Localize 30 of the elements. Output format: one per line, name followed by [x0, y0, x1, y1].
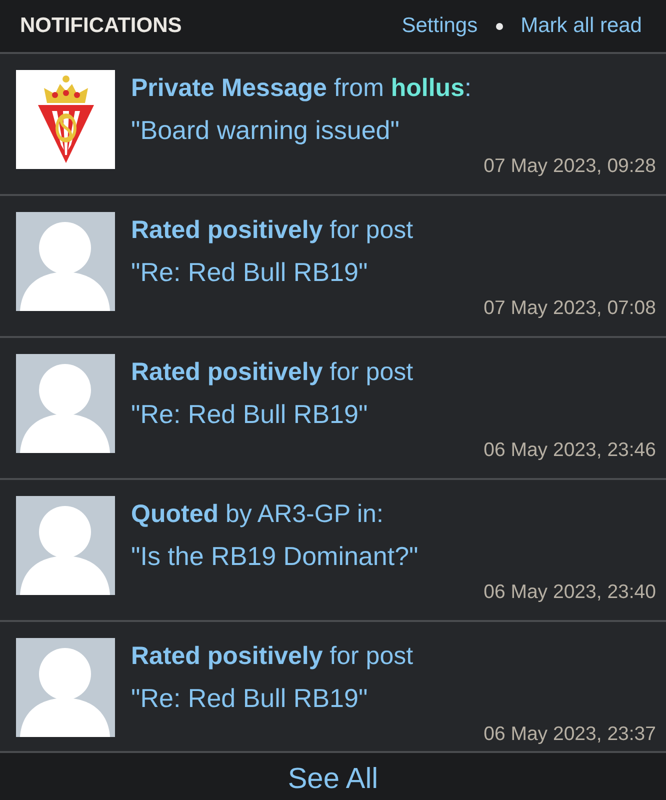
notification-title: Rated positively for post	[131, 641, 414, 672]
notification-title: Private Message from hollus:	[131, 73, 472, 104]
notification-subject[interactable]: "Re: Red Bull RB19"	[131, 252, 368, 292]
notification-item[interactable]: Rated positively for post "Re: Red Bull RB19" 06 May 2023, 23:46	[0, 338, 666, 480]
separator-dot-icon	[496, 22, 503, 30]
notification-item[interactable]: Quoted by AR3-GP in: "Is the RB19 Dominant?" 06 May 2023, 23:40	[0, 480, 666, 622]
notification-time: 06 May 2023, 23:37	[484, 723, 656, 745]
notification-title: Rated positively for post	[131, 357, 414, 388]
notification-time: 06 May 2023, 23:40	[484, 581, 656, 603]
notification-subject[interactable]: "Re: Red Bull RB19"	[131, 678, 368, 718]
see-all-link[interactable]: See All	[288, 763, 378, 796]
notification-item[interactable]: Rated positively for post "Re: Red Bull RB19" 07 May 2023, 07:08	[0, 196, 666, 338]
header-link[interactable]: Settings	[402, 14, 478, 38]
crest-icon	[16, 70, 115, 169]
avatar-silhouette-icon	[16, 354, 115, 453]
notification-time: 07 May 2023, 07:08	[484, 297, 656, 319]
notification-subject[interactable]: "Is the RB19 Dominant?"	[131, 536, 418, 576]
avatar-silhouette-icon	[16, 496, 115, 595]
notification-subject[interactable]: "Board warning issued"	[131, 110, 400, 150]
header-link[interactable]: Mark all read	[520, 14, 642, 38]
notification-item[interactable]: Private Message from hollus: "Board warning issued" 07 May 2023, 09:28	[0, 54, 666, 196]
avatar-silhouette-icon	[16, 638, 115, 737]
avatar-silhouette-icon	[16, 212, 115, 311]
notification-subject[interactable]: "Re: Red Bull RB19"	[131, 394, 368, 434]
notification-time: 07 May 2023, 09:28	[484, 155, 656, 177]
notification-title: Rated positively for post	[131, 215, 414, 246]
username-link[interactable]: hollus	[390, 74, 464, 102]
header-title: NOTIFICATIONS	[20, 14, 183, 38]
notification-time: 06 May 2023, 23:46	[484, 439, 656, 461]
notification-title: Quoted by AR3-GP in:	[131, 499, 384, 530]
